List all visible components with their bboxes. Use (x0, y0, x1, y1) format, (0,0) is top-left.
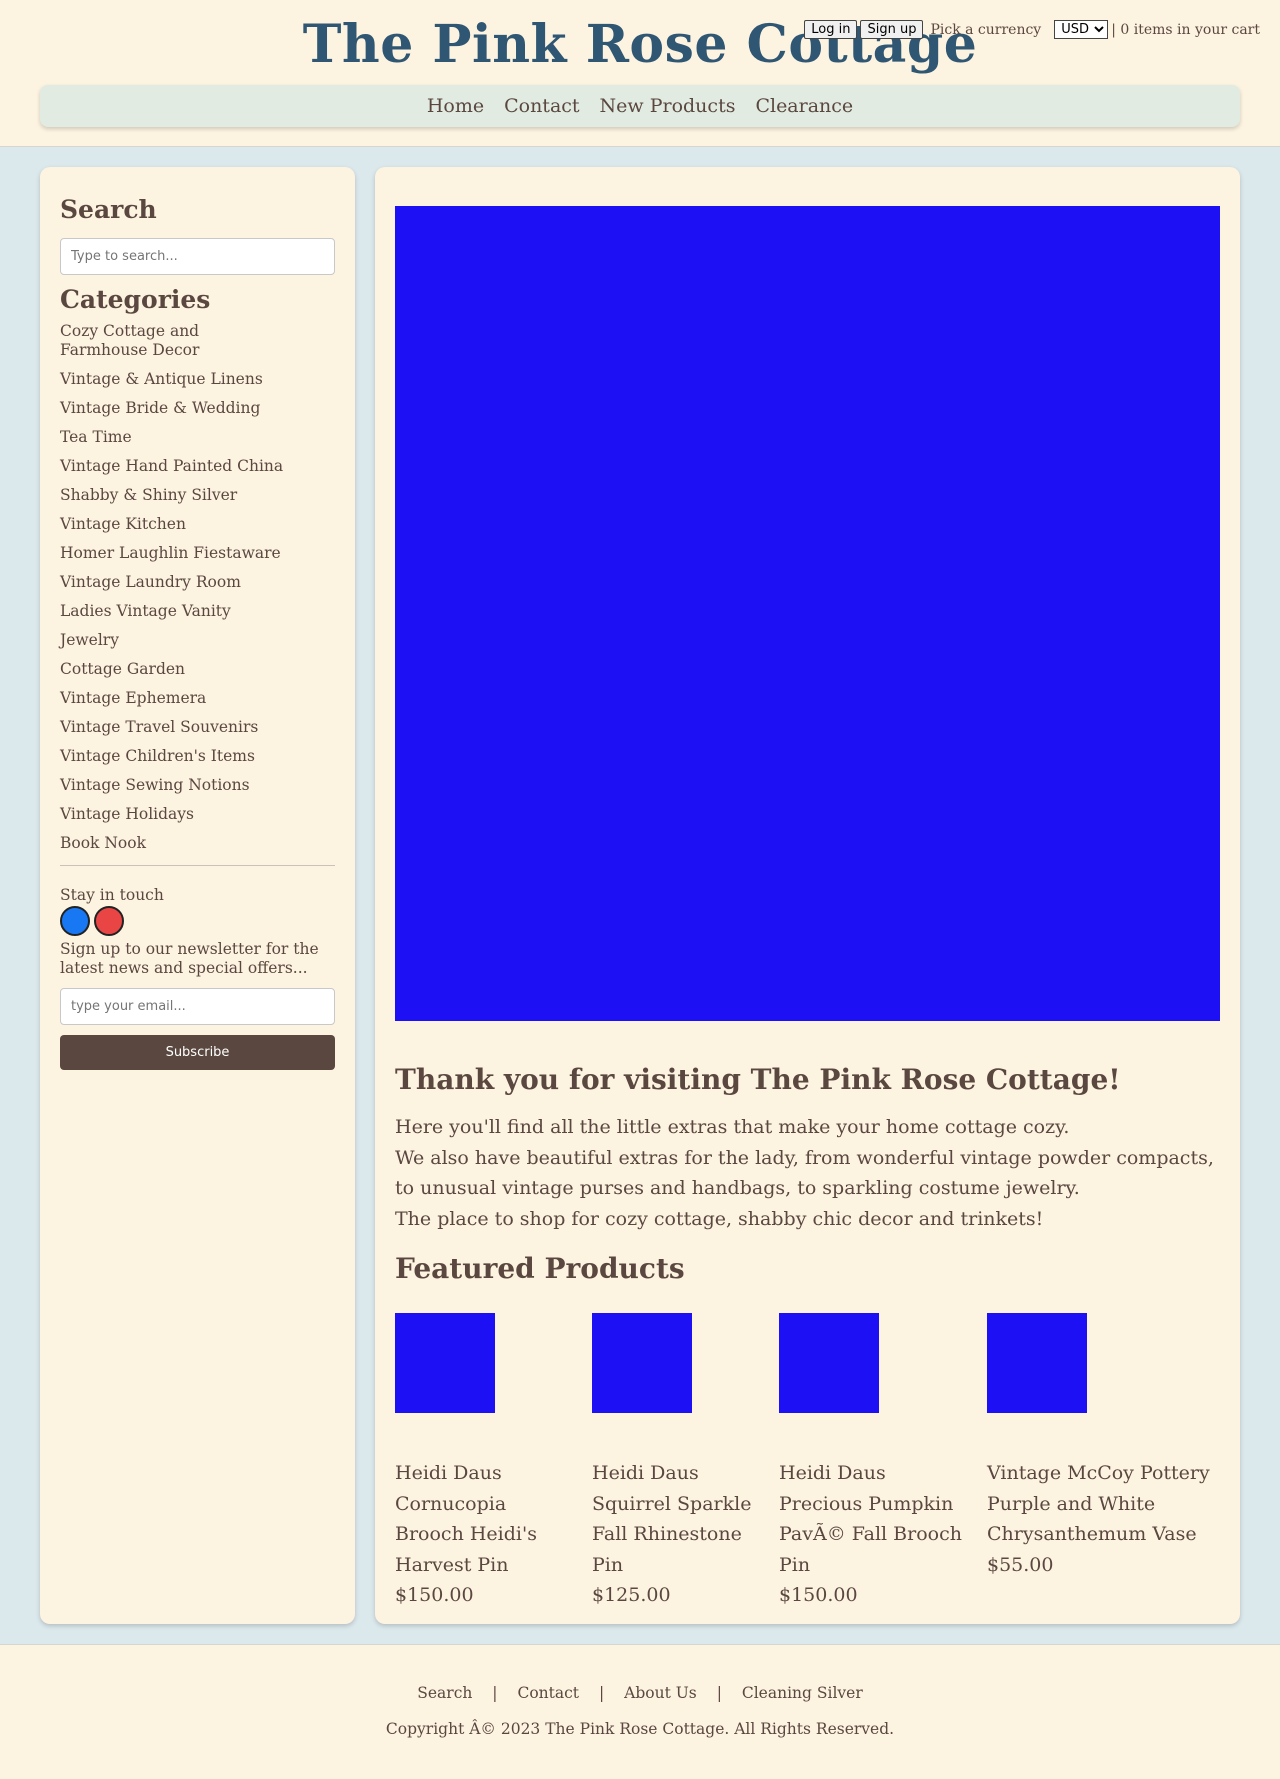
footer-link-about[interactable]: About Us (624, 1684, 697, 1702)
login-button[interactable]: Log in (804, 20, 858, 39)
product-image[interactable] (987, 1313, 1087, 1413)
footer-separator: | (598, 1684, 605, 1702)
product-price: $150.00 (395, 1584, 474, 1606)
welcome-text: Here you'll find all the little extras t… (395, 1112, 1220, 1234)
subscribe-button[interactable]: Subscribe (60, 1035, 335, 1070)
footer-link-contact[interactable]: Contact (517, 1684, 579, 1702)
footer-separator: | (716, 1684, 722, 1702)
currency-label: Pick a currency (930, 21, 1042, 38)
featured-products-title: Featured Products (395, 1252, 685, 1285)
category-item[interactable]: Tea Time (60, 428, 335, 447)
product-image[interactable] (592, 1313, 692, 1413)
category-item[interactable]: Cozy Cottage and Farmhouse Decor (60, 322, 200, 360)
content-area: Search Categories Cozy Cottage and Farmh… (0, 147, 1280, 1644)
product-price: $125.00 (592, 1584, 671, 1606)
search-title: Search (60, 195, 157, 224)
footer-separator: | (492, 1684, 498, 1702)
hero-image (395, 206, 1220, 1021)
nav-new-products[interactable]: New Products (600, 95, 736, 117)
pinterest-icon[interactable] (94, 906, 124, 936)
signup-button[interactable]: Sign up (860, 20, 924, 39)
welcome-title: Thank you for visiting The Pink Rose Cot… (395, 1063, 1121, 1096)
nav-home[interactable]: Home (427, 95, 484, 117)
main-nav: Home Contact New Products Clearance (40, 85, 1240, 127)
facebook-icon[interactable] (60, 906, 90, 936)
category-item[interactable]: Vintage Holidays (60, 805, 335, 824)
social-links (60, 906, 335, 936)
category-item[interactable]: Vintage Hand Painted China (60, 457, 335, 476)
footer-links: Search | Contact | About Us | Cleaning S… (0, 1684, 1280, 1702)
category-item[interactable]: Vintage Laundry Room (60, 573, 335, 592)
search-input[interactable] (60, 238, 335, 275)
product-card[interactable]: Vintage McCoy Pottery Purple and White C… (987, 1313, 1212, 1581)
category-link[interactable]: Vintage Bride & Wedding (60, 399, 260, 417)
categories-title: Categories (60, 285, 211, 314)
category-link[interactable]: Ladies Vintage Vanity (60, 602, 231, 620)
product-image[interactable] (779, 1313, 879, 1413)
category-item[interactable]: Book Nook (60, 834, 335, 853)
product-name[interactable]: Heidi Daus Precious Pumpkin PavÃ© Fall B… (779, 1458, 969, 1580)
site-footer: Search | Contact | About Us | Cleaning S… (0, 1644, 1280, 1779)
product-card[interactable]: Heidi Daus Cornucopia Brooch Heidi's Har… (395, 1313, 575, 1611)
stay-in-touch-label: Stay in touch (60, 886, 164, 904)
category-link[interactable]: Cottage Garden (60, 660, 185, 678)
email-field[interactable] (60, 988, 335, 1025)
category-item[interactable]: Ladies Vintage Vanity (60, 602, 335, 621)
currency-select[interactable]: USD (1054, 20, 1109, 39)
product-card[interactable]: Heidi Daus Precious Pumpkin PavÃ© Fall B… (779, 1313, 969, 1611)
category-link[interactable]: Vintage Holidays (60, 805, 194, 823)
category-list: Cozy Cottage and Farmhouse Decor Vintage… (60, 322, 335, 853)
site-header: The Pink Rose Cottage Log in Sign up Pic… (0, 0, 1280, 147)
category-item[interactable]: Vintage Children's Items (60, 747, 335, 766)
product-card[interactable]: Heidi Daus Squirrel Sparkle Fall Rhinest… (592, 1313, 767, 1611)
product-name[interactable]: Heidi Daus Cornucopia Brooch Heidi's Har… (395, 1458, 575, 1580)
product-price: $150.00 (779, 1584, 858, 1606)
category-link[interactable]: Cozy Cottage and Farmhouse Decor (60, 322, 199, 359)
welcome-line: We also have beautiful extras for the la… (395, 1146, 1214, 1200)
category-link[interactable]: Vintage Laundry Room (60, 573, 241, 591)
newsletter-text: Sign up to our newsletter for the latest… (60, 940, 319, 977)
sidebar: Search Categories Cozy Cottage and Farmh… (40, 167, 355, 1624)
product-price: $55.00 (987, 1553, 1054, 1576)
category-item[interactable]: Vintage Ephemera (60, 689, 335, 708)
category-item[interactable]: Vintage Kitchen (60, 515, 335, 534)
featured-products: Heidi Daus Cornucopia Brooch Heidi's Har… (395, 1313, 1220, 1613)
category-link[interactable]: Vintage Ephemera (60, 689, 206, 707)
category-link[interactable]: Vintage Sewing Notions (60, 776, 250, 794)
category-link[interactable]: Shabby & Shiny Silver (60, 486, 237, 504)
sidebar-divider (60, 865, 335, 866)
nav-clearance[interactable]: Clearance (755, 95, 853, 117)
category-link[interactable]: Vintage & Antique Linens (60, 370, 263, 388)
category-link[interactable]: Homer Laughlin Fiestaware (60, 544, 281, 562)
category-link[interactable]: Book Nook (60, 834, 146, 852)
category-item[interactable]: Homer Laughlin Fiestaware (60, 544, 335, 563)
category-link[interactable]: Tea Time (60, 428, 132, 446)
category-item[interactable]: Vintage Sewing Notions (60, 776, 335, 795)
category-link[interactable]: Jewelry (60, 631, 119, 649)
welcome-line: The place to shop for cozy cottage, shab… (395, 1207, 1044, 1230)
category-item[interactable]: Jewelry (60, 631, 335, 650)
copyright-text: Copyright Â© 2023 The Pink Rose Cottage.… (385, 1720, 895, 1738)
category-link[interactable]: Vintage Travel Souvenirs (60, 718, 258, 736)
welcome-line: Here you'll find all the little extras t… (395, 1116, 1070, 1138)
footer-link-cleaning-silver[interactable]: Cleaning Silver (742, 1684, 863, 1702)
account-bar: Log in Sign up Pick a currency USD | 0 i… (804, 20, 1260, 39)
product-name[interactable]: Heidi Daus Squirrel Sparkle Fall Rhinest… (592, 1458, 767, 1580)
nav-contact[interactable]: Contact (504, 95, 579, 117)
category-link[interactable]: Vintage Children's Items (60, 747, 255, 765)
category-link[interactable]: Vintage Hand Painted China (60, 457, 283, 475)
cart-status[interactable]: | 0 items in your cart (1111, 22, 1260, 38)
product-image[interactable] (395, 1313, 495, 1413)
product-name[interactable]: Vintage McCoy Pottery Purple and White C… (987, 1458, 1212, 1550)
category-link[interactable]: Vintage Kitchen (60, 515, 186, 533)
category-item[interactable]: Cottage Garden (60, 660, 335, 679)
category-item[interactable]: Vintage Bride & Wedding (60, 399, 335, 418)
category-item[interactable]: Vintage & Antique Linens (60, 370, 335, 389)
category-item[interactable]: Shabby & Shiny Silver (60, 486, 335, 505)
main-content: Thank you for visiting The Pink Rose Cot… (375, 167, 1240, 1624)
category-item[interactable]: Vintage Travel Souvenirs (60, 718, 335, 737)
footer-link-search[interactable]: Search (417, 1684, 472, 1702)
